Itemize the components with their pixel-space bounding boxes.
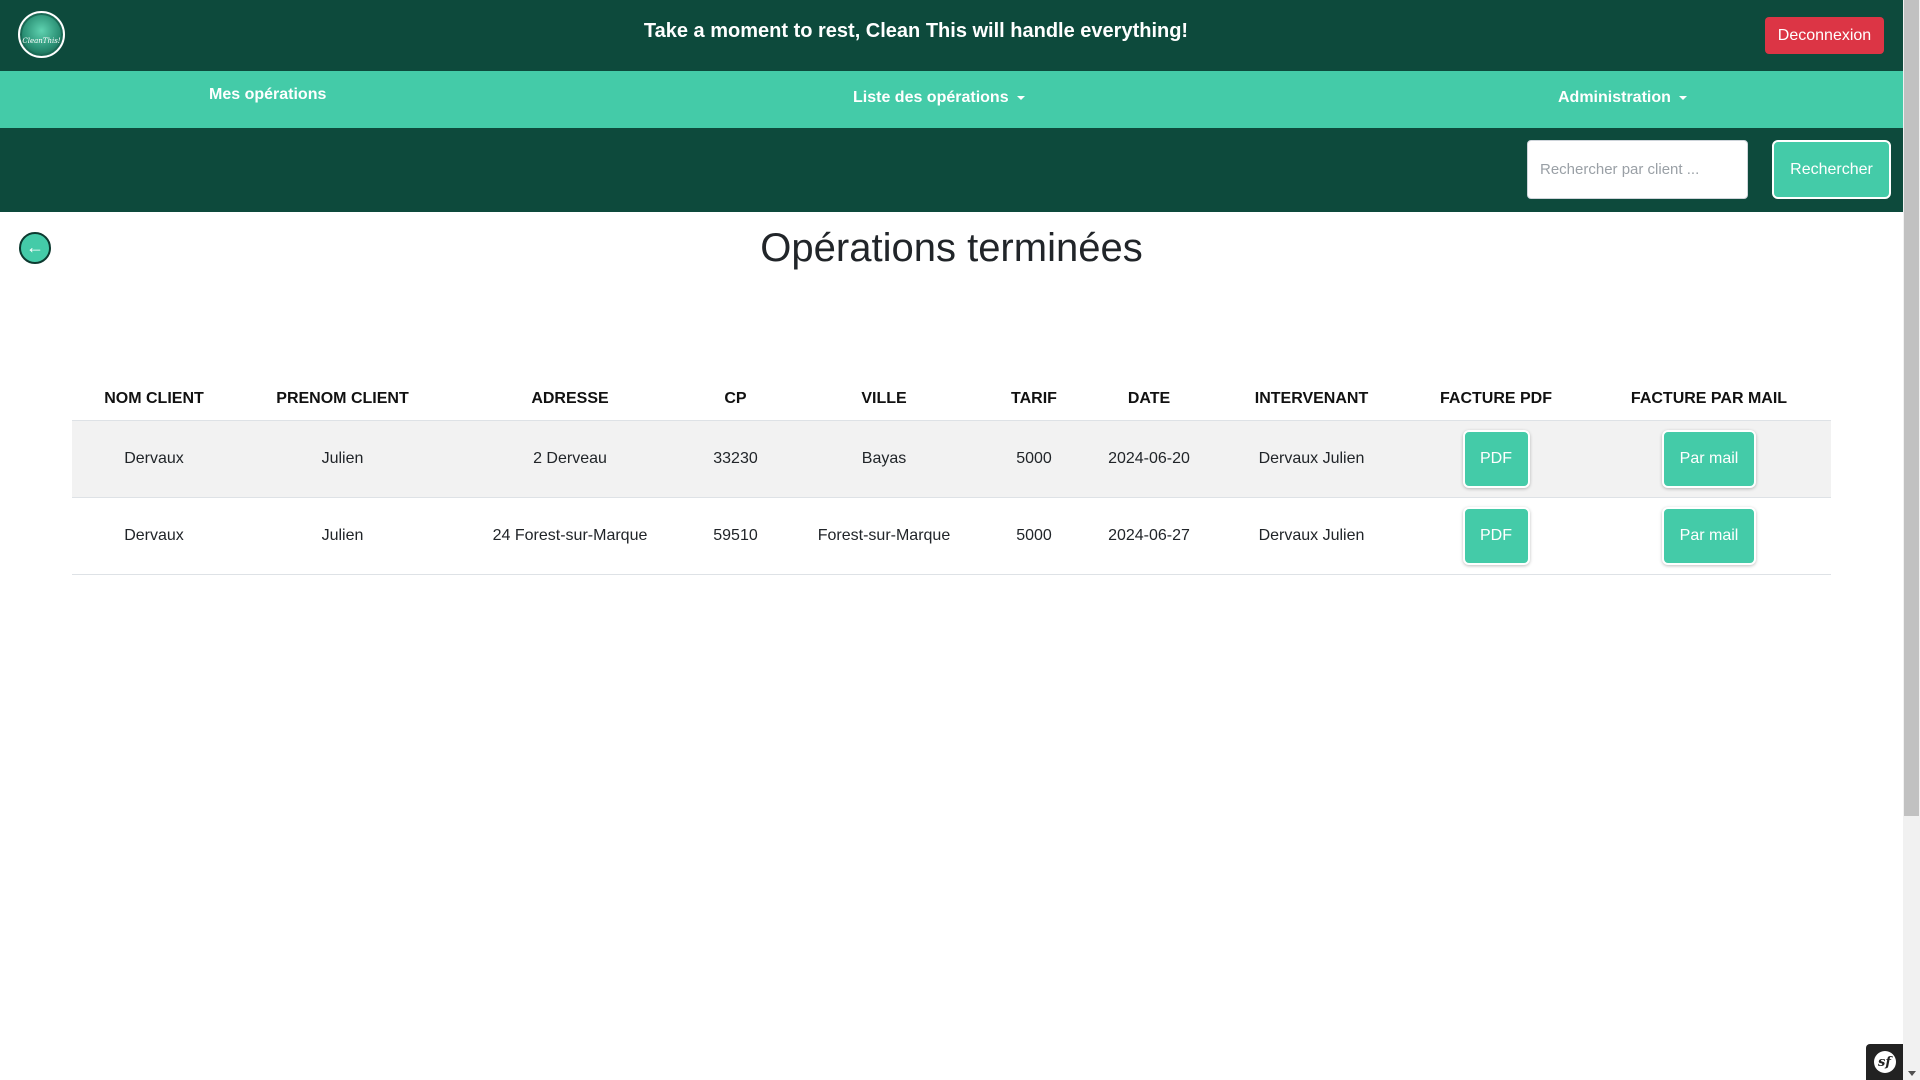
search-bar: Rechercher xyxy=(0,128,1903,212)
logout-button[interactable]: Deconnexion xyxy=(1765,17,1884,54)
cell-cp: 33230 xyxy=(691,420,780,498)
header-tagline: Take a moment to rest, Clean This will h… xyxy=(643,20,1189,42)
scroll-down-arrow-icon[interactable] xyxy=(1908,1071,1916,1076)
cell-cp: 59510 xyxy=(691,497,780,575)
cell-nom-client: Dervaux xyxy=(72,497,236,575)
caret-down-icon xyxy=(1678,95,1687,100)
table-row: Dervaux Julien 2 Derveau 33230 Bayas 500… xyxy=(72,420,1831,498)
symfony-toolbar-toggle[interactable]: sf xyxy=(1866,1044,1903,1080)
col-header-adresse: ADRESSE xyxy=(449,378,691,421)
top-header: CleanThis! Take a moment to rest, Clean … xyxy=(0,0,1903,71)
col-header-date: DATE xyxy=(1080,378,1218,421)
vertical-scrollbar[interactable] xyxy=(1903,0,1920,1080)
nav-mes-operations-label: Mes opérations xyxy=(209,86,327,103)
nav-administration-label: Administration xyxy=(1558,89,1671,106)
cell-facture-pdf: PDF xyxy=(1405,497,1587,575)
cell-facture-mail: Par mail xyxy=(1587,420,1831,498)
operations-table: NOM CLIENT PRENOM CLIENT ADRESSE CP VILL… xyxy=(72,378,1831,575)
caret-down-icon xyxy=(1016,95,1025,100)
scrollbar-thumb[interactable] xyxy=(1904,0,1919,816)
cell-facture-pdf: PDF xyxy=(1405,420,1587,498)
mail-invoice-button[interactable]: Par mail xyxy=(1662,430,1756,488)
col-header-ville: VILLE xyxy=(780,378,988,421)
nav-liste-operations-dropdown[interactable]: Liste des opérations xyxy=(853,89,1025,107)
cell-tarif: 5000 xyxy=(988,497,1080,575)
col-header-intervenant: INTERVENANT xyxy=(1218,378,1405,421)
table-header-row: NOM CLIENT PRENOM CLIENT ADRESSE CP VILL… xyxy=(72,378,1831,421)
main-nav: Mes opérations Liste des opérations Admi… xyxy=(0,71,1903,128)
mail-invoice-button[interactable]: Par mail xyxy=(1662,507,1756,565)
page: CleanThis! Take a moment to rest, Clean … xyxy=(0,0,1903,1080)
cell-ville: Forest-sur-Marque xyxy=(780,497,988,575)
cell-facture-mail: Par mail xyxy=(1587,497,1831,575)
col-header-prenom-client: PRENOM CLIENT xyxy=(236,378,449,421)
cell-adresse: 24 Forest-sur-Marque xyxy=(449,497,691,575)
table-row: Dervaux Julien 24 Forest-sur-Marque 5951… xyxy=(72,497,1831,575)
cell-tarif: 5000 xyxy=(988,420,1080,498)
cell-date: 2024-06-27 xyxy=(1080,497,1218,575)
cell-prenom-client: Julien xyxy=(236,420,449,498)
col-header-facture-pdf: FACTURE PDF xyxy=(1405,378,1587,421)
col-header-facture-mail: FACTURE PAR MAIL xyxy=(1587,378,1831,421)
nav-mes-operations[interactable]: Mes opérations xyxy=(209,86,326,104)
client-search-input[interactable] xyxy=(1527,140,1748,199)
cell-nom-client: Dervaux xyxy=(72,420,236,498)
cell-intervenant: Dervaux Julien xyxy=(1218,420,1405,498)
pdf-invoice-button[interactable]: PDF xyxy=(1462,430,1530,488)
page-title: Opérations terminées xyxy=(760,226,1143,270)
symfony-glyph: sf xyxy=(1878,1054,1891,1070)
search-button[interactable]: Rechercher xyxy=(1772,140,1891,199)
col-header-nom-client: NOM CLIENT xyxy=(72,378,236,421)
symfony-icon: sf xyxy=(1873,1051,1896,1073)
nav-liste-operations-label: Liste des opérations xyxy=(853,89,1009,106)
cell-adresse: 2 Derveau xyxy=(449,420,691,498)
pdf-invoice-button[interactable]: PDF xyxy=(1462,507,1530,565)
cell-date: 2024-06-20 xyxy=(1080,420,1218,498)
col-header-tarif: TARIF xyxy=(988,378,1080,421)
cell-ville: Bayas xyxy=(780,420,988,498)
cell-intervenant: Dervaux Julien xyxy=(1218,497,1405,575)
col-header-cp: CP xyxy=(691,378,780,421)
cell-prenom-client: Julien xyxy=(236,497,449,575)
nav-administration-dropdown[interactable]: Administration xyxy=(1558,89,1687,107)
